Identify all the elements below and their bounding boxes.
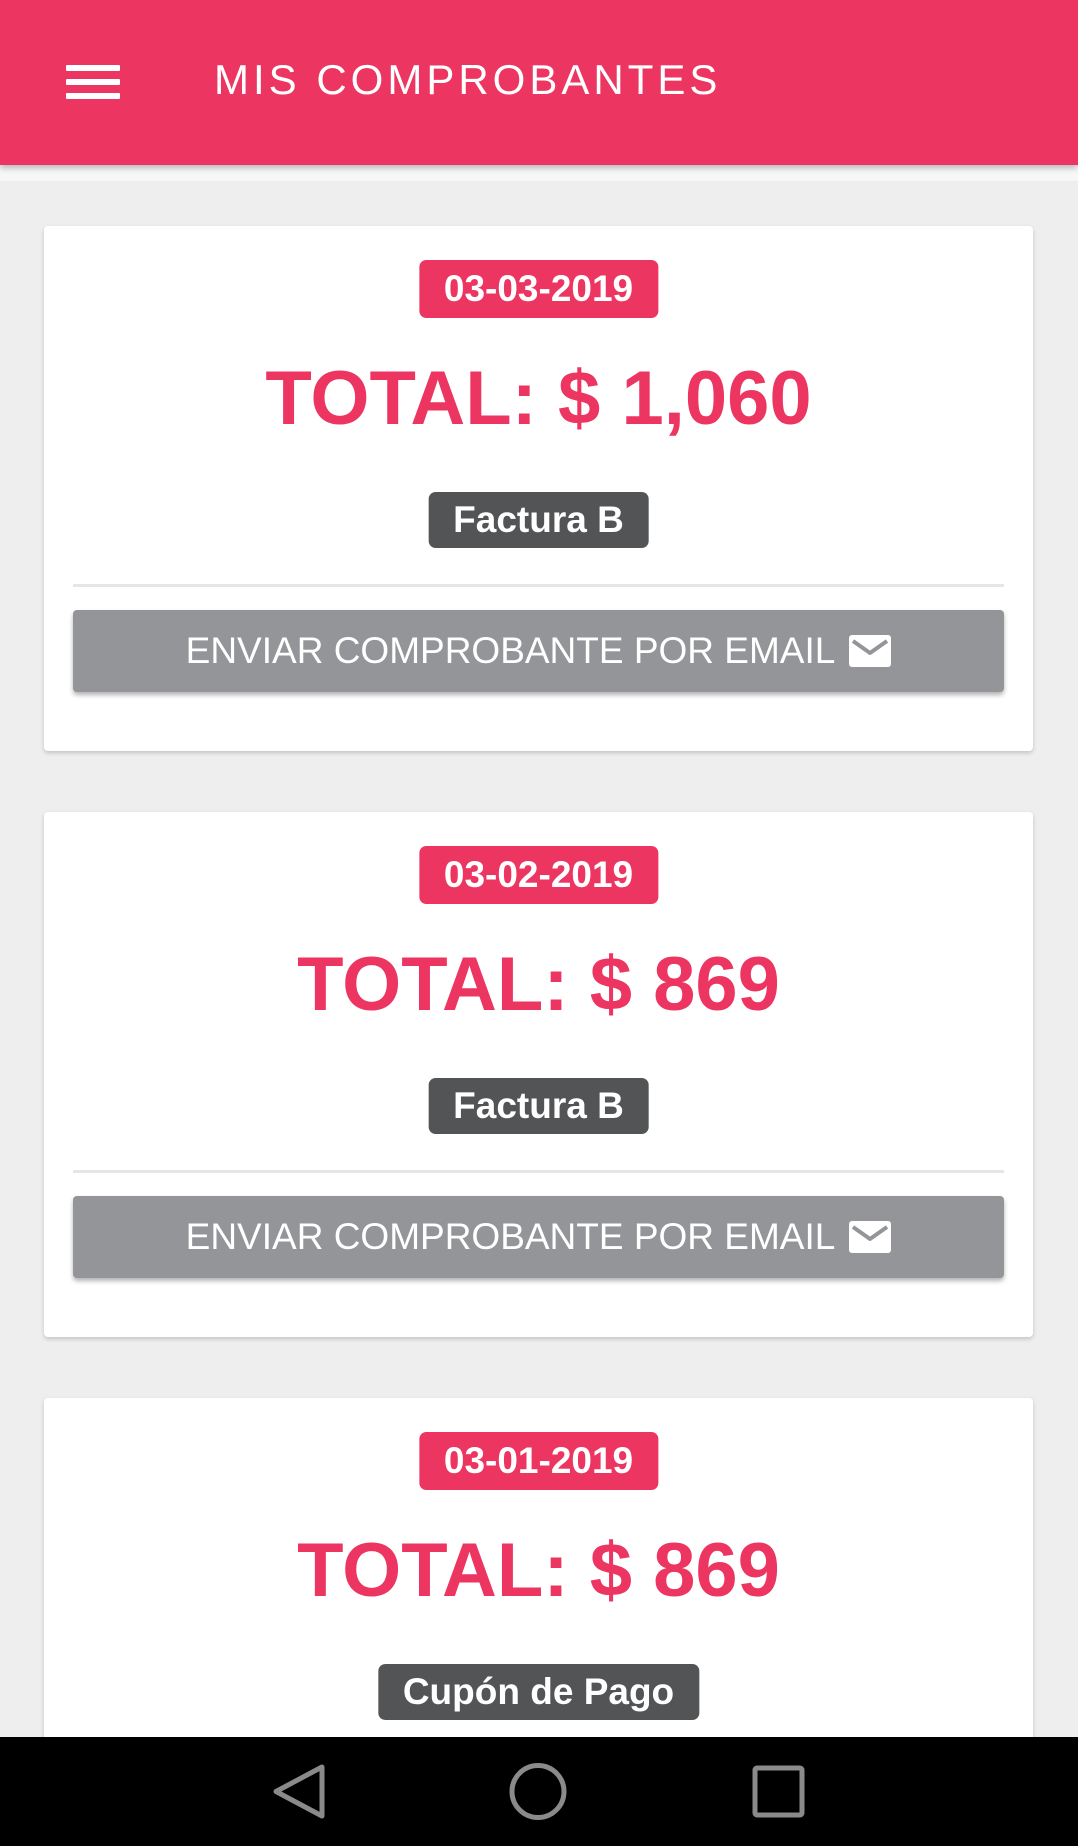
divider [73, 1170, 1004, 1173]
hamburger-menu-icon[interactable] [54, 50, 134, 114]
date-badge: 03-02-2019 [418, 846, 659, 904]
date-badge: 03-03-2019 [418, 260, 659, 318]
back-triangle-icon[interactable] [240, 1737, 360, 1846]
mail-icon [849, 1221, 892, 1253]
date-badge: 03-01-2019 [418, 1432, 659, 1490]
total-amount: TOTAL: $ 869 [297, 942, 780, 1027]
mail-icon [849, 635, 892, 667]
page-title: MIS COMPROBANTES [214, 56, 722, 103]
screen: MIS COMPROBANTES 03-03-2019 TOTAL: $ 1,0… [0, 0, 1078, 1846]
receipt-type-badge: Factura B [428, 492, 649, 548]
divider [73, 584, 1004, 587]
system-navigation-bar [0, 1737, 1078, 1846]
receipt-card: 03-02-2019 TOTAL: $ 869 Factura B ENVIAR… [44, 812, 1033, 1337]
total-amount: TOTAL: $ 869 [297, 1528, 780, 1613]
receipt-type-badge: Cupón de Pago [377, 1664, 700, 1720]
total-amount: TOTAL: $ 1,060 [265, 356, 812, 441]
send-email-button-label: ENVIAR COMPROBANTE POR EMAIL [185, 630, 836, 671]
receipt-type-badge: Factura B [428, 1078, 649, 1134]
home-circle-icon[interactable] [478, 1737, 598, 1846]
send-email-button-label: ENVIAR COMPROBANTE POR EMAIL [185, 1216, 836, 1257]
app-bar-divider [0, 165, 1078, 181]
recents-square-icon[interactable] [718, 1737, 838, 1846]
send-email-button[interactable]: ENVIAR COMPROBANTE POR EMAIL [73, 1196, 1004, 1278]
send-email-button[interactable]: ENVIAR COMPROBANTE POR EMAIL [73, 610, 1004, 692]
receipt-card: 03-03-2019 TOTAL: $ 1,060 Factura B ENVI… [44, 226, 1033, 751]
app-bar: MIS COMPROBANTES [0, 0, 1078, 165]
